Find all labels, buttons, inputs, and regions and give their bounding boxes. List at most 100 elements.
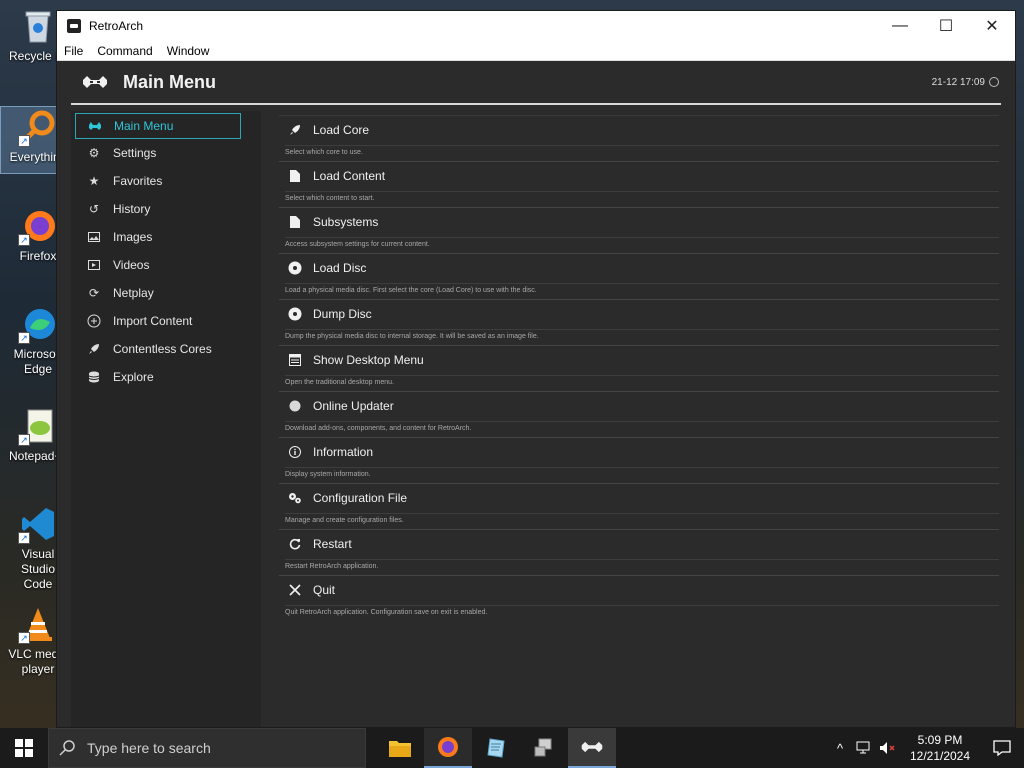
entry-label: Quit <box>313 583 336 597</box>
sidebar-item-main-menu[interactable]: Main Menu <box>75 113 241 139</box>
taskbar-search-box[interactable]: Type here to search <box>48 728 366 768</box>
close-icon <box>288 583 302 597</box>
menu-command[interactable]: Command <box>97 44 152 58</box>
windows-logo-icon <box>15 739 33 757</box>
shortcut-arrow-icon: ↗ <box>18 332 30 344</box>
invader-icon <box>88 119 102 133</box>
firefox-icon: ↗ <box>18 206 58 246</box>
system-tray: ^ 5:09 PM 12/21/2024 <box>828 728 1024 768</box>
sidebar-item-favorites[interactable]: ★ Favorites <box>71 167 261 195</box>
menu-entry-configuration-file[interactable]: Configuration File Manage and create con… <box>279 483 999 529</box>
shortcut-arrow-icon: ↗ <box>18 434 30 446</box>
retroarch-logo-icon <box>83 76 107 88</box>
clock-text: 21-12 17:09 <box>931 76 985 88</box>
entry-sublabel: Manage and create configuration files. <box>285 513 999 524</box>
firefox-icon <box>438 737 458 757</box>
taskbar-retroarch[interactable] <box>568 728 616 768</box>
entry-sublabel: Select which content to start. <box>285 191 999 202</box>
menu-entry-restart[interactable]: Restart Restart RetroArch application. <box>279 529 999 575</box>
video-icon <box>87 258 101 272</box>
gear-icon: ⚙ <box>88 146 100 160</box>
menu-header: Main Menu 21-12 17:09 <box>57 61 1015 103</box>
sidebar-item-label: Import Content <box>113 314 193 328</box>
close-button[interactable]: ✕ <box>969 11 1015 41</box>
menu-entry-information[interactable]: Information Display system information. <box>279 437 999 483</box>
sidebar-item-explore[interactable]: Explore <box>71 363 261 391</box>
start-button[interactable] <box>0 728 48 768</box>
taskbar-file-explorer[interactable] <box>376 728 424 768</box>
title-bar[interactable]: RetroArch — ☐ ✕ <box>57 11 1015 41</box>
entry-label: Load Core <box>313 123 370 137</box>
menu-file[interactable]: File <box>64 44 83 58</box>
entry-sublabel: Select which core to use. <box>285 145 999 156</box>
shortcut-arrow-icon: ↗ <box>18 632 30 644</box>
entry-label: Show Desktop Menu <box>313 353 424 367</box>
sidebar-item-label: Videos <box>113 258 150 272</box>
entry-label: Subsystems <box>313 215 379 229</box>
image-icon <box>87 230 101 244</box>
page-title: Main Menu <box>123 71 216 92</box>
sidebar-item-label: Netplay <box>113 286 154 300</box>
entry-sublabel: Dump the physical media disc to internal… <box>285 329 999 340</box>
taskbar-clock[interactable]: 5:09 PM 12/21/2024 <box>900 732 980 764</box>
menu-entry-subsystems[interactable]: Subsystems Access subsystem settings for… <box>279 207 999 253</box>
shortcut-arrow-icon: ↗ <box>18 234 30 246</box>
retroarch-menu: Main Menu 21-12 17:09 Main Menu ⚙ Settin… <box>57 61 1015 727</box>
star-icon: ★ <box>88 174 100 188</box>
clock-icon <box>989 77 999 87</box>
sidebar-item-images[interactable]: Images <box>71 223 261 251</box>
entry-sublabel: Load a physical media disc. First select… <box>285 283 999 294</box>
entry-label: Configuration File <box>313 491 408 505</box>
sidebar-item-label: Favorites <box>113 174 163 188</box>
desktop-icon-label: Firefox <box>19 249 57 263</box>
taskbar-network-app[interactable] <box>520 728 568 768</box>
sidebar-item-history[interactable]: ↺ History <box>71 195 261 223</box>
menu-entry-dump-disc[interactable]: Dump Disc Dump the physical media disc t… <box>279 299 999 345</box>
sidebar: Main Menu ⚙ Settings ★ Favorites ↺ Histo… <box>71 111 261 727</box>
entry-sublabel: Quit RetroArch application. Configuratio… <box>285 605 999 616</box>
entry-label: Online Updater <box>313 399 394 413</box>
menu-entry-load-core[interactable]: Load Core Select which core to use. <box>279 115 999 161</box>
sidebar-item-videos[interactable]: Videos <box>71 251 261 279</box>
entry-sublabel: Open the traditional desktop menu. <box>285 375 999 386</box>
volume-muted-icon[interactable] <box>876 741 900 755</box>
sidebar-item-contentless-cores[interactable]: Contentless Cores <box>71 335 261 363</box>
database-icon <box>87 370 101 384</box>
disc-icon <box>288 307 302 321</box>
taskbar-time: 5:09 PM <box>917 733 963 747</box>
taskbar: Type here to search ^ 5:09 PM 12/21/2024 <box>0 728 1024 768</box>
config-icon <box>288 491 302 505</box>
file-icon <box>288 169 302 183</box>
sidebar-item-netplay[interactable]: ⟳ Netplay <box>71 279 261 307</box>
taskbar-date: 12/21/2024 <box>909 749 971 763</box>
sidebar-item-import-content[interactable]: Import Content <box>71 307 261 335</box>
taskbar-firefox[interactable] <box>424 728 472 768</box>
search-placeholder: Type here to search <box>87 740 211 756</box>
search-icon <box>59 740 75 756</box>
chevron-up-icon[interactable]: ^ <box>828 741 852 756</box>
entry-label: Dump Disc <box>313 307 372 321</box>
sidebar-item-settings[interactable]: ⚙ Settings <box>71 139 261 167</box>
menu-entry-show-desktop-menu[interactable]: Show Desktop Menu Open the traditional d… <box>279 345 999 391</box>
retroarch-app-icon <box>67 19 81 33</box>
shortcut-arrow-icon: ↗ <box>18 135 30 147</box>
menu-entry-load-disc[interactable]: Load Disc Load a physical media disc. Fi… <box>279 253 999 299</box>
menu-window[interactable]: Window <box>167 44 210 58</box>
entry-sublabel: Restart RetroArch application. <box>285 559 999 570</box>
network-icon[interactable] <box>852 741 876 755</box>
menu-entry-quit[interactable]: Quit Quit RetroArch application. Configu… <box>279 575 999 621</box>
everything-search-icon: ↗ <box>18 107 58 147</box>
menu-entry-online-updater[interactable]: Online Updater Download add-ons, compone… <box>279 391 999 437</box>
entry-sublabel: Display system information. <box>285 467 999 478</box>
shortcut-arrow-icon: ↗ <box>18 532 30 544</box>
taskbar-notepad[interactable] <box>472 728 520 768</box>
network-app-icon <box>534 738 552 757</box>
menu-entry-load-content[interactable]: Load Content Select which content to sta… <box>279 161 999 207</box>
retroarch-window: RetroArch — ☐ ✕ File Command Window Main… <box>56 10 1016 728</box>
menu-bar: File Command Window <box>57 41 1015 61</box>
recycle-bin-icon <box>18 6 58 46</box>
notification-icon[interactable] <box>980 740 1024 756</box>
vscode-icon: ↗ <box>18 504 58 544</box>
minimize-button[interactable]: — <box>877 11 923 41</box>
maximize-button[interactable]: ☐ <box>923 11 969 41</box>
